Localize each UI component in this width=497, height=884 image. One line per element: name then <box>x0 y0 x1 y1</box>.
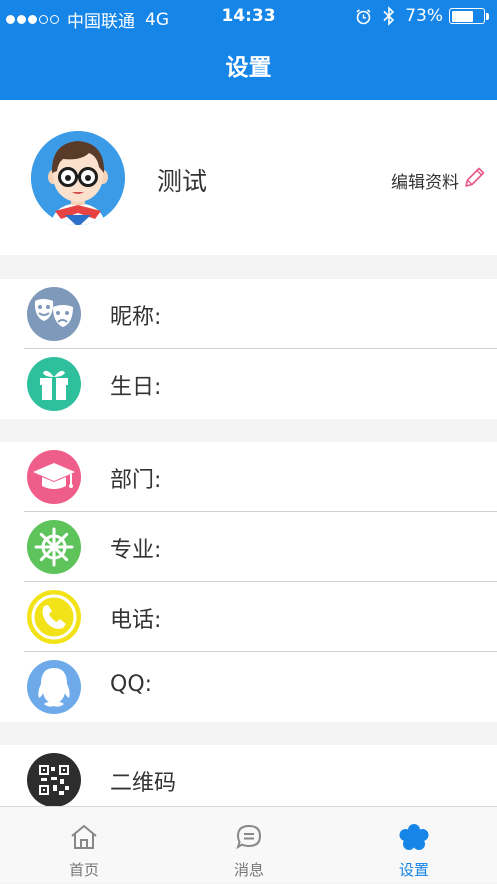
qr-code-icon <box>27 753 81 807</box>
settings-row-phone[interactable]: 电话: <box>0 582 497 652</box>
settings-row-qrcode[interactable]: 二维码 <box>0 745 497 815</box>
settings-row-label: 昵称: <box>110 305 162 330</box>
settings-row-label: 生日: <box>110 375 162 400</box>
settings-group-qr: 二维码 <box>0 745 497 815</box>
page-title: 设置 <box>225 55 272 81</box>
settings-row-birthday[interactable]: 生日: <box>0 349 497 419</box>
avatar[interactable] <box>31 131 125 225</box>
home-icon <box>71 825 97 849</box>
message-icon <box>236 824 262 850</box>
settings-row-label: 部门: <box>110 468 162 493</box>
ship-wheel-icon <box>27 520 81 574</box>
theater-masks-icon <box>27 287 81 341</box>
profile-name: 测试 <box>157 167 208 196</box>
avatar-cartoon-boy-icon <box>31 131 125 225</box>
battery-level-fill <box>451 10 474 22</box>
settings-row-label: 电话: <box>110 608 162 633</box>
settings-group-details: 部门: 专业: 电话: QQ: <box>0 442 497 722</box>
settings-row-major[interactable]: 专业: <box>0 512 497 582</box>
settings-flower-icon <box>399 824 429 850</box>
profile-card[interactable]: 测试 编辑资料 <box>0 100 497 255</box>
settings-row-nickname[interactable]: 昵称: <box>0 279 497 349</box>
tab-home[interactable]: 首页 <box>34 807 134 884</box>
settings-row-qq[interactable]: QQ: <box>0 652 497 722</box>
tab-settings[interactable]: 设置 <box>364 807 464 884</box>
tab-bar: 首页 消息 设置 <box>0 806 497 883</box>
pencil-icon[interactable] <box>462 166 486 190</box>
qq-penguin-icon <box>27 660 81 714</box>
battery-icon <box>449 8 485 24</box>
settings-row-label: 二维码 <box>110 771 177 796</box>
settings-group-personal: 昵称: 生日: <box>0 279 497 419</box>
settings-row-label: 专业: <box>110 538 162 563</box>
alarm-clock-icon <box>356 8 371 24</box>
bluetooth-icon <box>383 6 395 26</box>
tab-label: 消息 <box>233 861 264 879</box>
settings-row-label: QQ: <box>110 672 153 697</box>
tab-label: 设置 <box>398 861 429 879</box>
app-header: 中国联通 4G 14:33 73% 设置 <box>0 0 497 100</box>
graduation-cap-icon <box>27 450 81 504</box>
status-right: 73% <box>355 6 489 26</box>
tab-label: 首页 <box>68 861 99 879</box>
phone-icon <box>27 590 81 644</box>
battery-percent: 73% <box>405 6 443 26</box>
settings-row-department[interactable]: 部门: <box>0 442 497 512</box>
status-bar: 中国联通 4G 14:33 73% <box>0 0 497 34</box>
tab-messages[interactable]: 消息 <box>199 807 299 884</box>
edit-profile-link[interactable]: 编辑资料 <box>391 168 459 193</box>
gift-icon <box>27 357 81 411</box>
